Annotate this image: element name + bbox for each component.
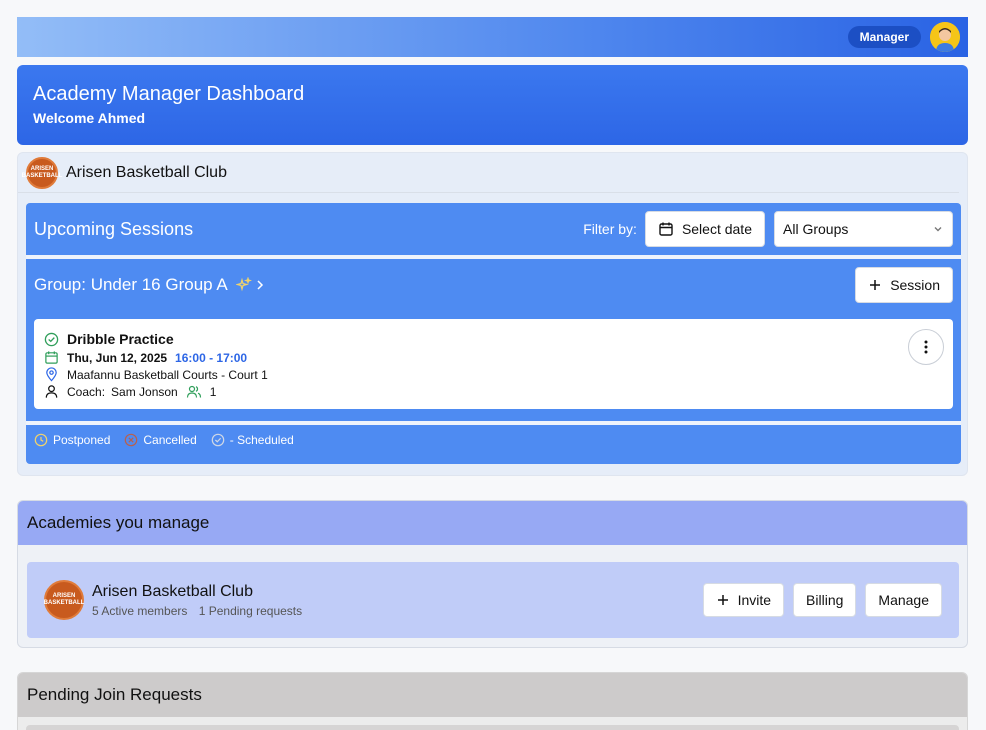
academy-logo: ARISEN BASKETBALL	[44, 580, 84, 620]
chevron-down-icon	[934, 227, 942, 232]
sessions-header: Upcoming Sessions Filter by: Select date…	[26, 203, 961, 259]
group-title: Group: Under 16 Group A	[34, 275, 228, 294]
user-avatar[interactable]	[930, 22, 960, 52]
club-header: ARISEN BASKETBALL Arisen Basketball Club	[18, 153, 959, 193]
session-time: 16:00 - 17:00	[175, 350, 248, 365]
x-circle-icon	[125, 433, 138, 447]
group-section: Group: Under 16 Group A Session Dribble …	[26, 259, 961, 425]
pending-requests: 1 Pending requests	[198, 603, 303, 618]
top-bar: Manager	[17, 17, 968, 57]
legend-cancelled: Cancelled	[124, 433, 197, 447]
plus-icon	[717, 595, 728, 605]
select-date-button[interactable]: Select date	[644, 211, 765, 247]
sparkles-icon	[235, 277, 252, 292]
club-card: ARISEN BASKETBALL Arisen Basketball Club…	[17, 152, 968, 476]
manage-button[interactable]: Manage	[865, 583, 942, 617]
sessions-title: Upcoming Sessions	[34, 218, 194, 239]
invite-button[interactable]: Invite	[702, 583, 785, 617]
club-name: Arisen Basketball Club	[66, 163, 227, 181]
coach-name: Sam Jonson	[111, 384, 178, 399]
legend-scheduled: - Scheduled	[211, 433, 294, 447]
filter-label: Filter by:	[583, 221, 637, 237]
session-title: Dribble Practice	[67, 331, 174, 347]
pending-requests-list	[26, 725, 959, 730]
user-avatar-icon	[930, 22, 960, 52]
session-menu-button[interactable]	[908, 329, 944, 365]
dashboard-header: Academy Manager Dashboard Welcome Ahmed	[17, 65, 968, 145]
add-session-button[interactable]: Session	[855, 267, 953, 303]
academy-item: ARISEN BASKETBALL Arisen Basketball Club…	[27, 562, 959, 638]
page-title: Academy Manager Dashboard	[33, 83, 305, 105]
billing-button[interactable]: Billing	[793, 583, 857, 617]
club-logo: ARISEN BASKETBALL	[22, 156, 62, 189]
academy-name: Arisen Basketball Club	[92, 582, 253, 600]
status-legend: Postponed Cancelled - Scheduled	[26, 425, 961, 455]
groups-select-value: All Groups	[783, 221, 849, 237]
legend-postponed: Postponed	[34, 433, 110, 447]
clock-icon	[34, 433, 48, 447]
check-circle-icon	[211, 433, 225, 447]
groups-select[interactable]: All Groups	[774, 211, 953, 247]
attendee-count: 1	[209, 384, 217, 399]
session-card[interactable]: Dribble Practice Thu, Jun 12, 2025 16:00…	[34, 319, 953, 409]
active-members: 5 Active members	[92, 603, 188, 618]
user-icon	[45, 385, 58, 398]
coach-label: Coach:	[67, 384, 106, 399]
pending-requests-panel: Pending Join Requests	[17, 672, 968, 730]
session-location: Maafannu Basketball Courts - Court 1	[67, 367, 268, 382]
session-date: Thu, Jun 12, 2025	[67, 350, 168, 365]
academies-header: Academies you manage	[18, 501, 967, 545]
plus-icon	[870, 280, 881, 290]
group-header: Group: Under 16 Group A Session	[34, 267, 953, 303]
check-circle-icon	[44, 332, 59, 346]
chevron-right-icon	[257, 280, 263, 290]
select-date-label: Select date	[681, 221, 752, 237]
users-icon	[186, 385, 201, 398]
map-pin-icon	[46, 367, 57, 382]
more-vertical-icon	[924, 340, 928, 354]
calendar-icon	[45, 351, 58, 364]
role-badge: Manager	[847, 26, 921, 48]
pending-requests-header: Pending Join Requests	[18, 673, 967, 717]
academies-panel: Academies you manage ARISEN BASKETBALL A…	[17, 500, 968, 648]
calendar-icon	[659, 222, 673, 236]
add-session-label: Session	[890, 277, 940, 293]
upcoming-sessions-panel: Upcoming Sessions Filter by: Select date…	[26, 203, 961, 464]
welcome-text: Welcome Ahmed	[33, 110, 146, 126]
